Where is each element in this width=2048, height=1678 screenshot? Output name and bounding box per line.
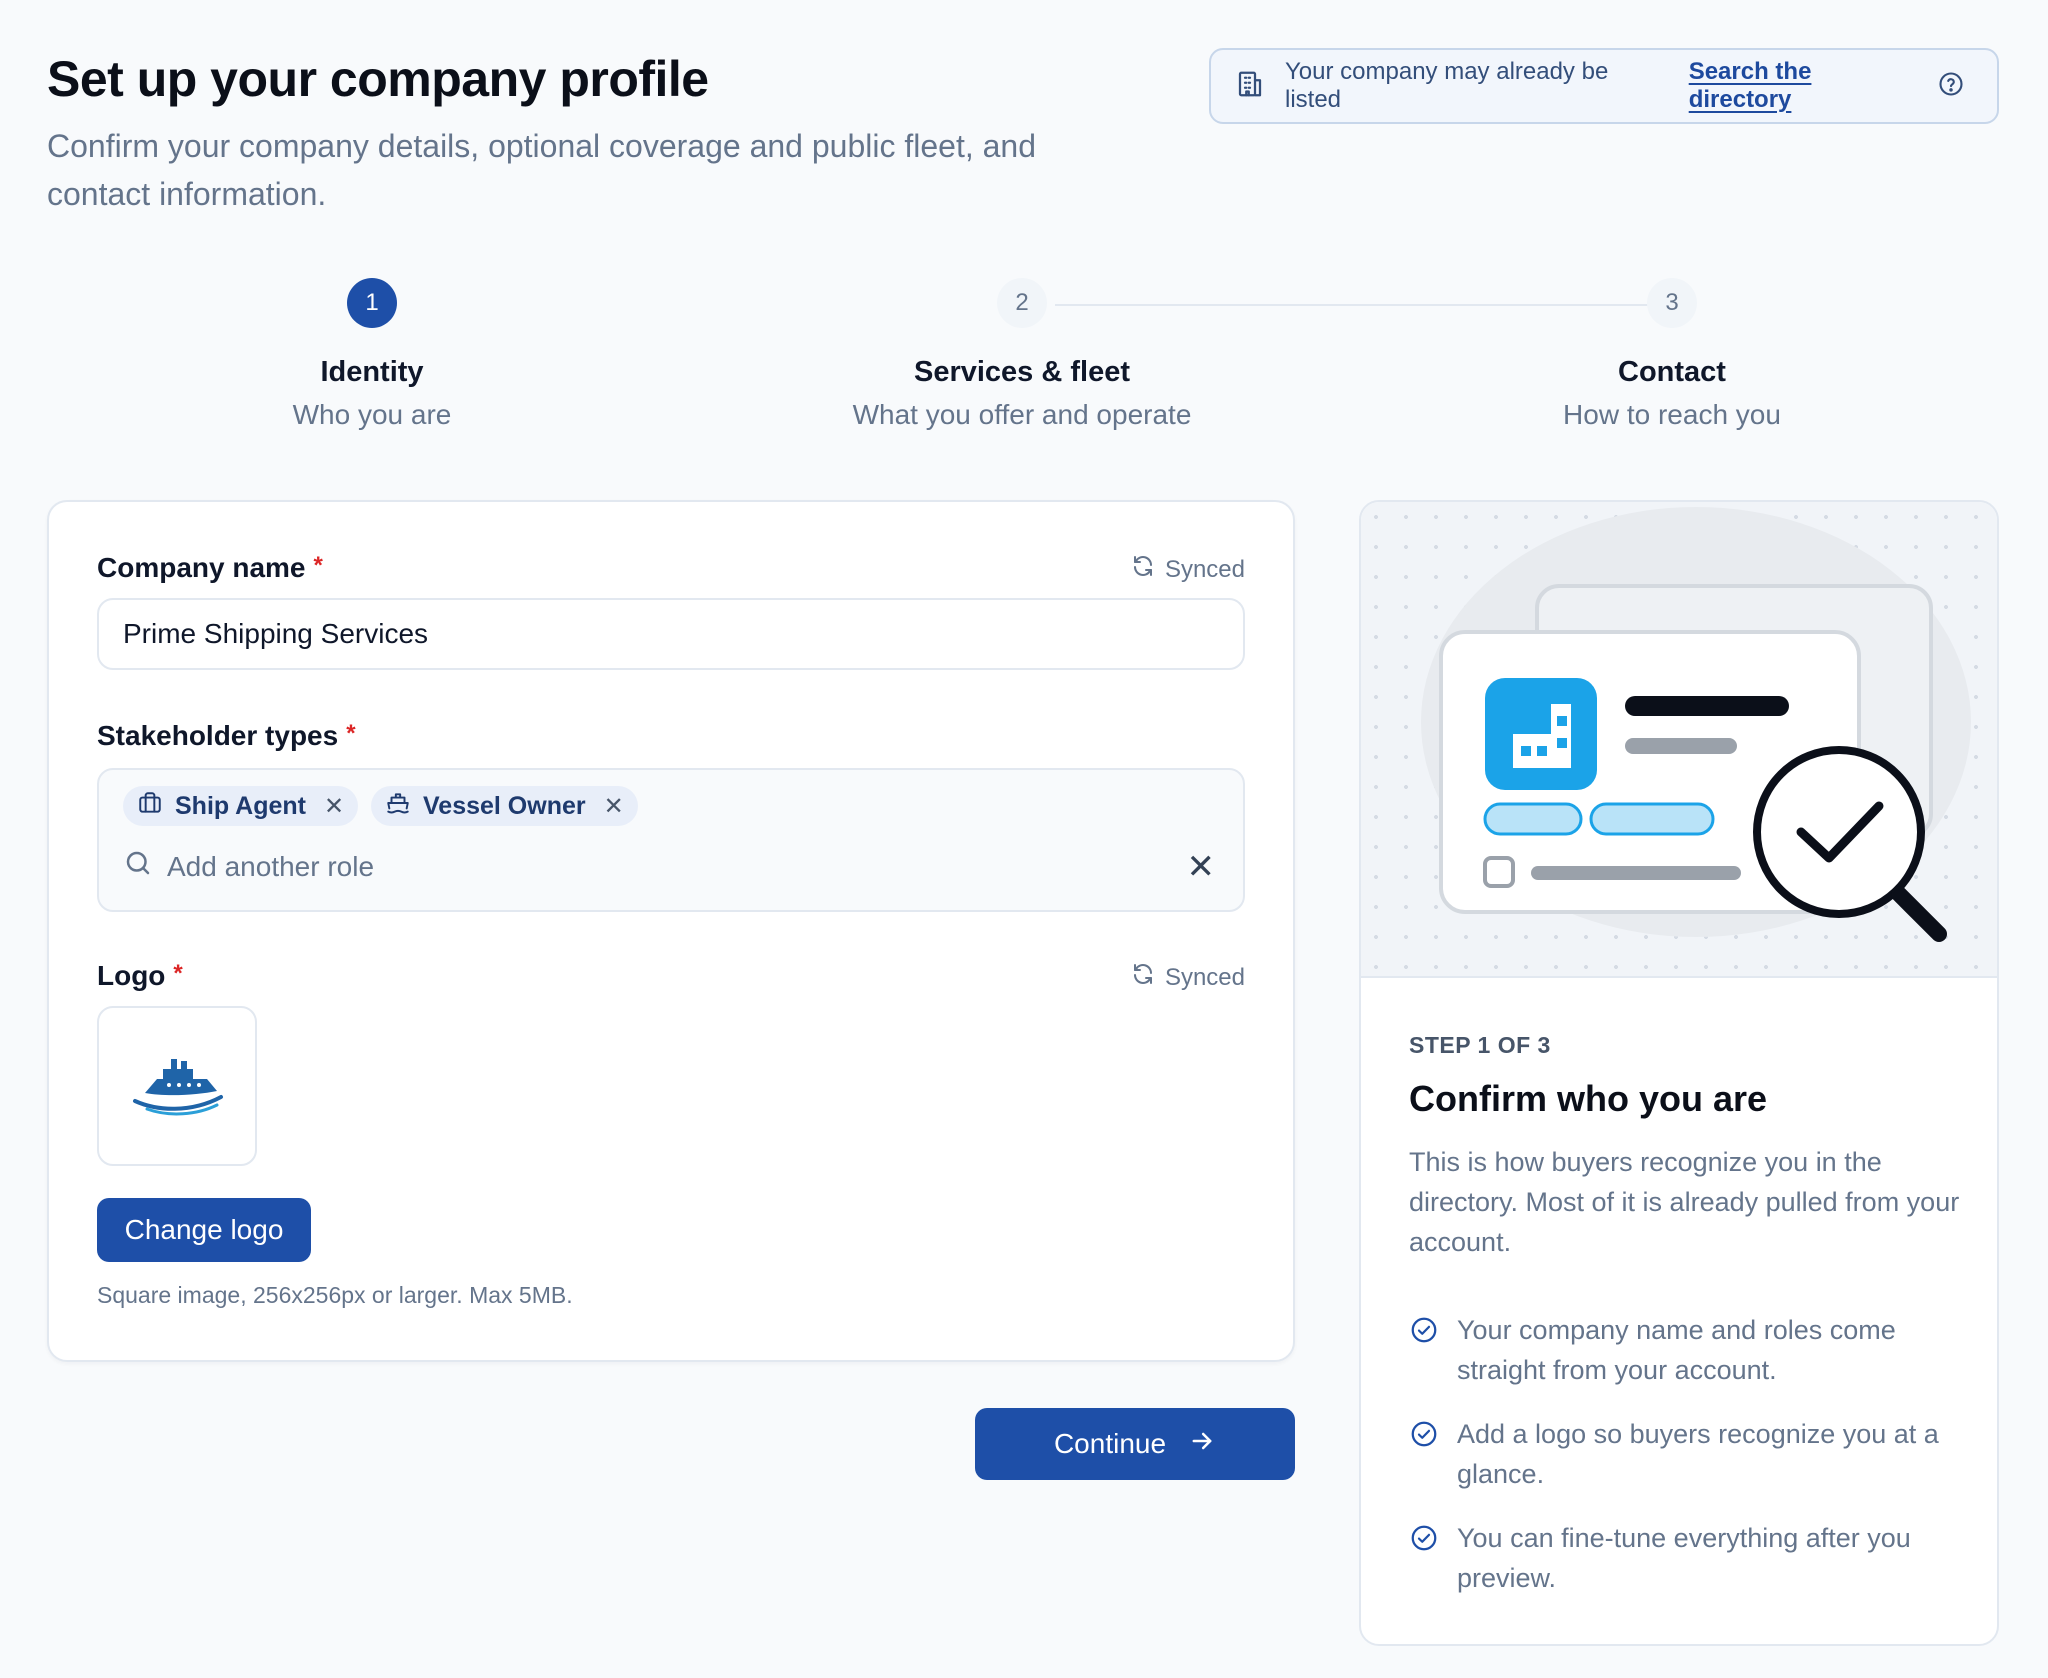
- step-number: 2: [997, 278, 1047, 328]
- continue-button[interactable]: Continue: [975, 1408, 1295, 1480]
- company-name-label: Company name *: [97, 552, 323, 583]
- step-number: 1: [347, 278, 397, 328]
- stepper: 1 Identity Who you are 2 Services & flee…: [0, 278, 2048, 448]
- step-subtitle: How to reach you: [1563, 399, 1781, 430]
- list-item: You can fine-tune everything after you p…: [1409, 1518, 1969, 1598]
- remove-ship-agent-icon[interactable]: ✕: [324, 792, 344, 821]
- page-subtitle: Confirm your company details, optional c…: [47, 128, 1037, 212]
- required-mark: *: [313, 552, 323, 579]
- logo-label: Logo *: [97, 960, 183, 991]
- logo-sync-status: Synced: [1131, 962, 1245, 993]
- add-role-search[interactable]: Add another role: [123, 848, 374, 885]
- search-directory-link[interactable]: Search the directory: [1689, 58, 1917, 114]
- company-name-sync-status: Synced: [1131, 554, 1245, 585]
- stakeholder-types-label: Stakeholder types *: [97, 720, 356, 751]
- stakeholder-types-field[interactable]: Ship Agent ✕ Vessel Owner ✕ Add another …: [97, 768, 1245, 912]
- chip-vessel-owner: Vessel Owner ✕: [371, 786, 638, 826]
- sync-icon: [1131, 962, 1155, 993]
- change-logo-button[interactable]: Change logo: [97, 1198, 311, 1262]
- ship-logo-icon: [127, 1049, 227, 1124]
- step-help-panel: STEP 1 OF 3 Confirm who you are This is …: [1359, 500, 1999, 1646]
- banner-text: Your company may already be listed: [1285, 58, 1609, 113]
- ship-icon: [385, 790, 411, 823]
- side-points: Your company name and roles come straigh…: [1409, 1310, 1969, 1622]
- page: Set up your company profile Confirm your…: [0, 0, 2048, 1678]
- profile-card-illustration: [1421, 507, 1971, 942]
- chip-ship-agent: Ship Agent ✕: [123, 786, 359, 826]
- sync-icon: [1131, 554, 1155, 585]
- building-icon: [1235, 69, 1265, 104]
- check-circle-icon: [1409, 1419, 1439, 1494]
- arrow-right-icon: [1188, 1427, 1216, 1462]
- step-title: Identity: [320, 356, 424, 388]
- side-description: This is how buyers recognize you in the …: [1409, 1147, 1960, 1257]
- check-circle-icon: [1409, 1315, 1439, 1390]
- directory-banner: Your company may already be listed Searc…: [1209, 48, 1999, 124]
- clear-roles-icon[interactable]: ✕: [1187, 850, 1216, 884]
- continue-label: Continue: [1053, 1428, 1167, 1459]
- page-title: Set up your company profile: [47, 51, 709, 107]
- check-circle-icon: [1409, 1523, 1439, 1598]
- step-number: 3: [1647, 278, 1697, 328]
- step-eyebrow: STEP 1 OF 3: [1409, 1032, 1551, 1058]
- required-mark: *: [346, 720, 356, 747]
- search-icon: [123, 848, 153, 885]
- required-mark: *: [173, 960, 183, 987]
- side-title: Confirm who you are: [1409, 1078, 1768, 1119]
- step-services-fleet[interactable]: 2 Services & fleet What you offer and op…: [772, 278, 1272, 431]
- step-title: Services & fleet: [913, 356, 1130, 388]
- step-identity[interactable]: 1 Identity Who you are: [122, 278, 622, 431]
- step-contact[interactable]: 3 Contact How to reach you: [1422, 278, 1922, 431]
- step-subtitle: Who you are: [292, 399, 452, 430]
- briefcase-icon: [137, 790, 163, 823]
- list-item: Your company name and roles come straigh…: [1409, 1310, 1969, 1390]
- add-role-placeholder: Add another role: [167, 850, 375, 882]
- step-subtitle: What you offer and operate: [852, 399, 1192, 430]
- remove-vessel-owner-icon[interactable]: ✕: [604, 792, 624, 821]
- list-item: Add a logo so buyers recognize you at a …: [1409, 1414, 1969, 1494]
- company-name-input[interactable]: Prime Shipping Services: [97, 598, 1245, 670]
- logo-help-text: Square image, 256x256px or larger. Max 5…: [97, 1282, 573, 1308]
- help-circle-icon[interactable]: [1937, 70, 1965, 103]
- step-title: Contact: [1618, 356, 1726, 388]
- profile-illustration: [1361, 502, 1997, 978]
- identity-form-card: Company name * Synced Prime Shipping Serv…: [47, 500, 1295, 1362]
- logo-preview: [97, 1006, 257, 1166]
